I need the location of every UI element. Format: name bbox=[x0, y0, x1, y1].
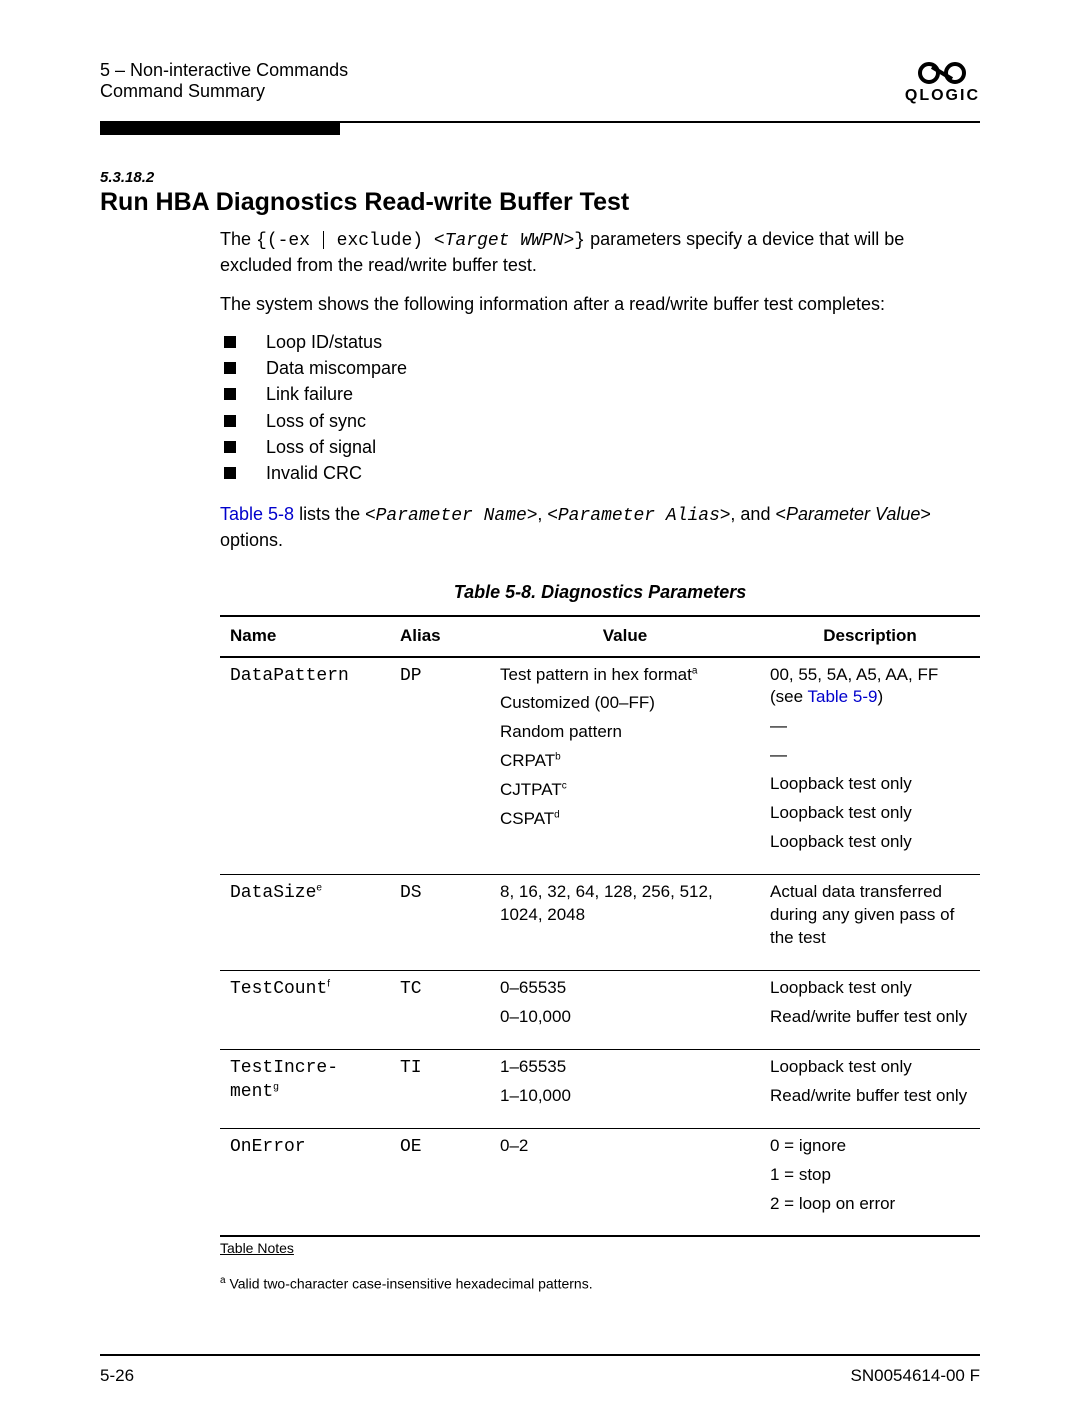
cell-description: Actual data transferred during any given… bbox=[760, 875, 980, 971]
info-list: Loop ID/statusData miscompareLink failur… bbox=[220, 330, 980, 486]
table-row: DataPatternDPTest pattern in hex formata… bbox=[220, 657, 980, 875]
body-content: The {(-ex exclude) <Target WWPN>} parame… bbox=[220, 227, 980, 1294]
list-item: Loop ID/status bbox=[220, 330, 980, 354]
pipe-icon bbox=[323, 231, 324, 249]
logo-text: QLOGIC bbox=[905, 87, 980, 105]
table-5-8-link[interactable]: Table 5-8 bbox=[220, 504, 294, 524]
list-item: Data miscompare bbox=[220, 356, 980, 380]
doc-id: SN0054614-00 F bbox=[851, 1366, 980, 1386]
page-number: 5-26 bbox=[100, 1366, 134, 1386]
cell-name: TestCountf bbox=[220, 970, 390, 1049]
cell-alias: TC bbox=[390, 970, 490, 1049]
list-item: Loss of sync bbox=[220, 409, 980, 433]
intro-p1: The {(-ex exclude) <Target WWPN>} parame… bbox=[220, 227, 980, 278]
cell-alias: DS bbox=[390, 875, 490, 971]
footer-rule bbox=[100, 1354, 980, 1356]
diagnostics-parameters-table: Name Alias Value Description DataPattern… bbox=[220, 615, 980, 1238]
section-number: 5.3.18.2 bbox=[100, 169, 980, 186]
cell-description: 0 = ignore1 = stop2 = loop on error bbox=[760, 1128, 980, 1236]
page: 5 – Non-interactive Commands Command Sum… bbox=[0, 0, 1080, 1426]
page-header: 5 – Non-interactive Commands Command Sum… bbox=[100, 60, 980, 105]
intro-p2: The system shows the following informati… bbox=[220, 292, 980, 316]
cell-name: OnError bbox=[220, 1128, 390, 1236]
cell-value: 8, 16, 32, 64, 128, 256, 512, 1024, 2048 bbox=[490, 875, 760, 971]
table-row: TestIncre-mentgTI1–655351–10,000Loopback… bbox=[220, 1049, 980, 1128]
table-row: DataSizeeDS8, 16, 32, 64, 128, 256, 512,… bbox=[220, 875, 980, 971]
cell-alias: TI bbox=[390, 1049, 490, 1128]
cell-alias: OE bbox=[390, 1128, 490, 1236]
cell-description: 00, 55, 5A, A5, AA, FF(see Table 5-9)——L… bbox=[760, 657, 980, 875]
qlogic-icon bbox=[915, 60, 969, 86]
th-alias: Alias bbox=[390, 616, 490, 657]
qlogic-logo: QLOGIC bbox=[905, 60, 980, 105]
th-value: Value bbox=[490, 616, 760, 657]
list-item: Loss of signal bbox=[220, 435, 980, 459]
header-text: 5 – Non-interactive Commands Command Sum… bbox=[100, 60, 348, 102]
cell-value: Test pattern in hex formataCustomized (0… bbox=[490, 657, 760, 875]
list-item: Invalid CRC bbox=[220, 461, 980, 485]
intro-p3: Table 5-8 lists the <Parameter Name>, <P… bbox=[220, 502, 980, 553]
cell-value: 0–655350–10,000 bbox=[490, 970, 760, 1049]
cell-description: Loopback test onlyRead/write buffer test… bbox=[760, 970, 980, 1049]
cell-name: DataSizee bbox=[220, 875, 390, 971]
cell-name: DataPattern bbox=[220, 657, 390, 875]
page-footer: 5-26 SN0054614-00 F bbox=[100, 1366, 980, 1386]
header-line1: 5 – Non-interactive Commands bbox=[100, 60, 348, 81]
cell-description: Loopback test onlyRead/write buffer test… bbox=[760, 1049, 980, 1128]
list-item: Link failure bbox=[220, 382, 980, 406]
table-row: OnErrorOE0–20 = ignore1 = stop2 = loop o… bbox=[220, 1128, 980, 1236]
cell-value: 0–2 bbox=[490, 1128, 760, 1236]
header-black-bar bbox=[100, 123, 340, 135]
th-name: Name bbox=[220, 616, 390, 657]
cell-alias: DP bbox=[390, 657, 490, 875]
table-notes-label: Table Notes bbox=[220, 1239, 980, 1258]
table-row: TestCountfTC0–655350–10,000Loopback test… bbox=[220, 970, 980, 1049]
cell-value: 1–655351–10,000 bbox=[490, 1049, 760, 1128]
footnote-a: a Valid two-character case-insensitive h… bbox=[220, 1274, 980, 1294]
cell-name: TestIncre-mentg bbox=[220, 1049, 390, 1128]
table-caption: Table 5-8. Diagnostics Parameters bbox=[220, 580, 980, 604]
table-5-9-link[interactable]: Table 5-9 bbox=[808, 687, 878, 706]
section-title: Run HBA Diagnostics Read-write Buffer Te… bbox=[100, 188, 980, 217]
header-line2: Command Summary bbox=[100, 81, 348, 102]
th-desc: Description bbox=[760, 616, 980, 657]
